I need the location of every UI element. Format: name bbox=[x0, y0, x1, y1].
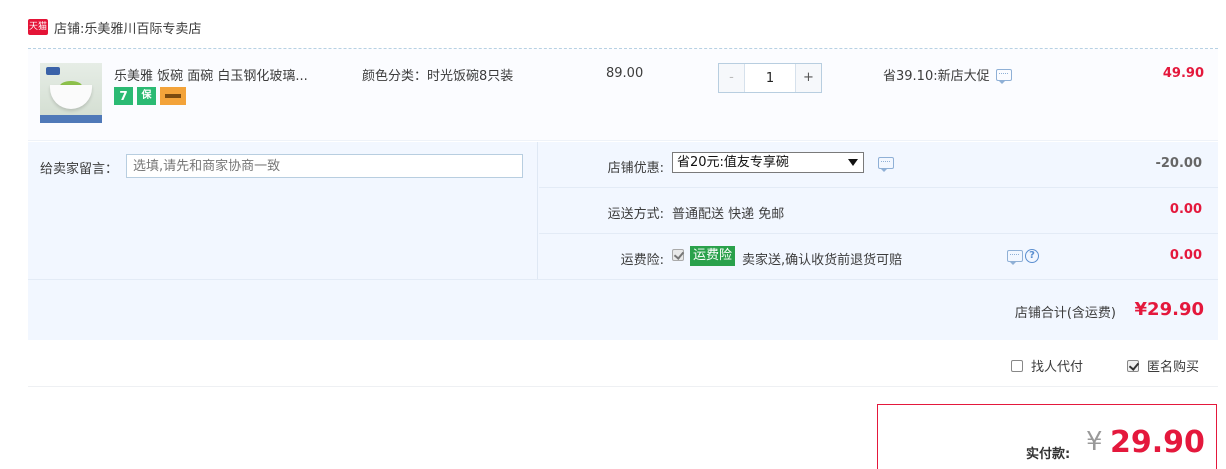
insurance-icons: ? bbox=[1007, 249, 1039, 265]
proxy-pay-checkbox[interactable] bbox=[1011, 359, 1023, 372]
anonymous-option[interactable]: 匿名购买 bbox=[1127, 356, 1199, 375]
chevron-down-icon bbox=[848, 159, 858, 166]
shop-header: 天猫 店铺: 乐美雅川百际专卖店 bbox=[28, 10, 201, 44]
quantity-plus-button[interactable]: + bbox=[795, 64, 821, 92]
coupon-row: 店铺优惠: 省20元:值友专享碗 -20.00 bbox=[539, 142, 1218, 188]
shop-total-amount: ¥29.90 bbox=[1134, 299, 1204, 320]
chat-icon[interactable] bbox=[995, 68, 1012, 84]
service-icons: 7 保 bbox=[114, 87, 186, 105]
thumb-strip bbox=[40, 115, 102, 123]
help-icon[interactable]: ? bbox=[1025, 249, 1039, 263]
pay-currency: ¥ bbox=[1086, 427, 1103, 457]
coupon-select[interactable]: 省20元:值友专享碗 bbox=[672, 152, 864, 173]
pay-amount: 29.90 bbox=[1110, 425, 1205, 460]
shop-name-link[interactable]: 乐美雅川百际专卖店 bbox=[84, 18, 201, 37]
coupon-label: 店铺优惠: bbox=[607, 161, 664, 176]
shipping-amount: 0.00 bbox=[1169, 202, 1202, 217]
insurance-amount: 0.00 bbox=[1169, 248, 1202, 263]
message-input[interactable] bbox=[126, 154, 523, 178]
unit-price: 89.00 bbox=[606, 66, 644, 81]
shop-total-label: 店铺合计(含运费) bbox=[1014, 306, 1116, 321]
shop-label: 店铺: bbox=[54, 21, 85, 37]
insurance-text: 卖家送,确认收货前退货可赔 bbox=[742, 253, 903, 268]
chat-icon[interactable] bbox=[1007, 250, 1023, 265]
quantity-stepper: - + bbox=[718, 63, 822, 93]
shipping-value: 普通配送 快递 免邮 bbox=[672, 207, 785, 222]
shipping-label: 运送方式: bbox=[607, 207, 664, 222]
proxy-pay-option[interactable]: 找人代付 bbox=[1011, 356, 1083, 375]
thumb-bowl bbox=[50, 85, 92, 109]
promo-text: 省39.10:新店大促 bbox=[883, 69, 990, 84]
credit-card-icon[interactable] bbox=[160, 87, 186, 105]
insurance-badge: 运费险 bbox=[690, 246, 736, 266]
order-block: 乐美雅 饭碗 面碗 白玉钢化玻璃... 颜色分类：时光饭碗8只装 7 保 89.… bbox=[28, 48, 1218, 340]
message-label: 给卖家留言： bbox=[40, 162, 119, 177]
chat-icon[interactable] bbox=[878, 157, 894, 172]
item-promo: 省39.10:新店大促 bbox=[883, 65, 1012, 84]
insurance-label: 运费险: bbox=[620, 253, 664, 268]
thumb-tag bbox=[46, 67, 60, 75]
options-area: 给卖家留言： 店铺优惠: 省20元:值友专享碗 -20.00 运送方式: 普通配… bbox=[28, 142, 1218, 279]
item-title-link[interactable]: 乐美雅 饭碗 面碗 白玉钢化玻璃... bbox=[114, 65, 344, 84]
item-subtotal: 49.90 bbox=[1162, 66, 1204, 81]
quantity-minus-button[interactable]: - bbox=[719, 64, 745, 92]
guarantee-icon[interactable]: 保 bbox=[137, 87, 156, 105]
item-thumbnail[interactable] bbox=[40, 63, 102, 123]
message-cell: 给卖家留言： bbox=[28, 142, 538, 279]
pay-summary-box: 实付款: ¥ 29.90 bbox=[877, 404, 1217, 469]
seven-day-return-icon[interactable]: 7 bbox=[114, 87, 133, 105]
extras-row: 找人代付 匿名购买 bbox=[28, 341, 1218, 387]
quantity-input[interactable] bbox=[745, 64, 795, 92]
insurance-row: 运费险: 运费险 卖家送,确认收货前退货可赔 ? 0.00 bbox=[539, 234, 1218, 279]
shop-total-row: 店铺合计(含运费) ¥29.90 bbox=[28, 279, 1218, 340]
insurance-checkbox[interactable] bbox=[672, 249, 684, 261]
item-row: 乐美雅 饭碗 面碗 白玉钢化玻璃... 颜色分类：时光饭碗8只装 7 保 89.… bbox=[28, 49, 1218, 141]
proxy-pay-label: 找人代付 bbox=[1031, 360, 1084, 375]
anonymous-label: 匿名购买 bbox=[1147, 360, 1200, 375]
pay-label: 实付款: bbox=[1026, 447, 1071, 462]
order-page: 天猫 店铺: 乐美雅川百际专卖店 乐美雅 饭碗 面碗 白玉钢化玻璃... 颜色分… bbox=[0, 0, 1226, 469]
tmall-icon: 天猫 bbox=[28, 19, 48, 35]
anonymous-checkbox[interactable] bbox=[1127, 359, 1139, 372]
shipping-row: 运送方式: 普通配送 快递 免邮 0.00 bbox=[539, 188, 1218, 234]
coupon-amount: -20.00 bbox=[1155, 156, 1202, 171]
coupon-selected-value: 省20元:值友专享碗 bbox=[677, 155, 789, 170]
item-attribute: 颜色分类：时光饭碗8只装 bbox=[362, 69, 514, 84]
